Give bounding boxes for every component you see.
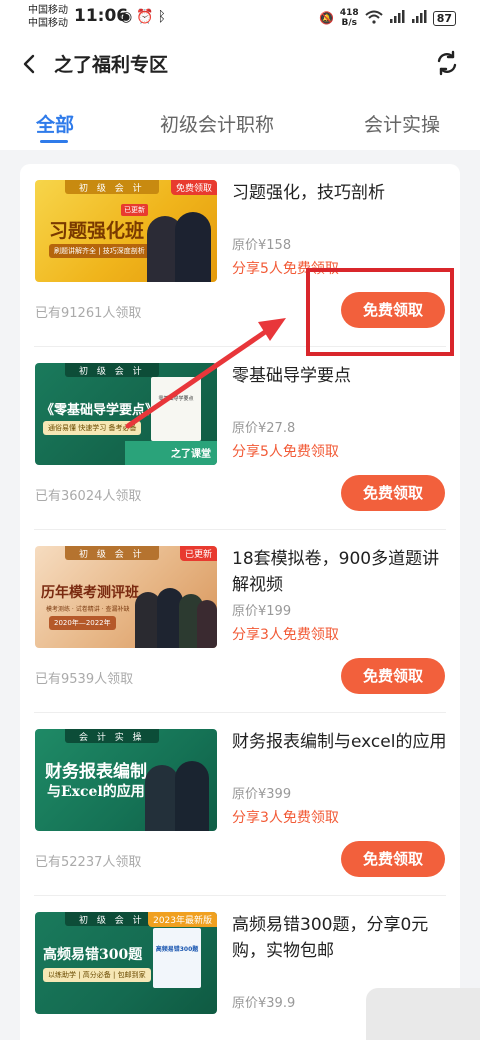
thumb-years: 2020年—2022年	[49, 616, 116, 630]
highlight-box	[306, 268, 454, 356]
claim-button[interactable]: 免费领取	[341, 475, 445, 511]
course-thumbnail[interactable]: 初 级 会 计 免费领取 已更新 习题强化班 刷题讲解齐全 | 技巧深度剖析	[35, 180, 217, 282]
book-cover: 高频易错300题	[153, 928, 201, 988]
tab-all[interactable]: 全部	[36, 110, 74, 137]
course-card[interactable]: 会 计 实 操 财务报表编制 与Excel的应用 财务报表编制与excel的应用…	[20, 713, 460, 896]
thumb-corner-badge: 已更新	[179, 546, 217, 561]
net-speed-value: 418	[339, 8, 359, 18]
original-price: 原价¥399	[232, 787, 292, 802]
teacher-image	[175, 761, 209, 831]
thumb-heading: 高频易错300题	[43, 947, 143, 963]
book-cover: 零基础导学要点	[151, 377, 201, 441]
alarm-icon: ⏰	[136, 9, 158, 25]
thumb-heading: 习题强化班	[49, 220, 145, 242]
course-title[interactable]: 18套模拟卷，900多道题讲解视频	[232, 546, 448, 598]
course-thumbnail[interactable]: 初 级 会 计 《零基础导学要点》 通俗易懂 快速学习 备考必备 零基础导学要点…	[35, 363, 217, 465]
original-price: 原价¥27.8	[232, 421, 296, 436]
thumb-corner-badge: 免费领取	[170, 180, 217, 195]
corner-overlay	[366, 988, 480, 1040]
carrier-2: 中国移动	[28, 18, 68, 29]
category-tabs: 全部 初级会计职称 会计实操	[0, 92, 480, 150]
status-bar: 中国移动 中国移动 11:06 ◉⏰ᛒ 🔕 418 B/s 87	[0, 0, 480, 36]
status-right: 🔕 418 B/s 87	[319, 8, 456, 28]
signal-icon-1	[389, 10, 405, 26]
carrier-1: 中国移动	[28, 5, 68, 16]
thumb-tag: 初 级 会 计	[65, 180, 159, 194]
book-base: 之了课堂	[125, 441, 217, 465]
thumb-corner-badge: 2023年最新版	[148, 912, 217, 927]
teacher-image	[145, 765, 179, 831]
thumb-subtitle: 通俗易懂 快速学习 备考必备	[43, 421, 142, 435]
share-text: 分享3人免费领取	[232, 627, 339, 643]
claimed-count: 已有91261人领取	[35, 306, 142, 321]
course-title[interactable]: 习题强化，技巧剖析	[232, 180, 448, 206]
net-speed-unit: B/s	[341, 18, 358, 28]
book-cover-title: 高频易错300题	[155, 946, 199, 953]
claimed-count: 已有36024人领取	[35, 489, 142, 504]
course-thumbnail[interactable]: 初 级 会 计 已更新 历年模考测评班 模考测练 · 试卷精讲 · 查漏补缺 2…	[35, 546, 217, 648]
signal-icon-2	[411, 10, 427, 26]
active-tab-indicator	[40, 140, 68, 143]
share-text: 分享5人免费领取	[232, 444, 339, 460]
course-card[interactable]: 初 级 会 计 《零基础导学要点》 通俗易懂 快速学习 备考必备 零基础导学要点…	[20, 347, 460, 530]
thumb-subtitle: 刷题讲解齐全 | 技巧深度剖析	[49, 244, 150, 258]
thumb-badge: 已更新	[121, 204, 148, 216]
mute-icon: 🔕	[318, 11, 334, 25]
thumb-heading-2: 与Excel的应用	[47, 784, 145, 800]
teacher-image	[197, 600, 217, 648]
status-icons: ◉⏰ᛒ	[120, 9, 170, 25]
course-thumbnail[interactable]: 会 计 实 操 财务报表编制 与Excel的应用	[35, 729, 217, 831]
thumb-subtitle: 模考测练 · 试卷精讲 · 查漏补缺	[46, 606, 130, 613]
brand-logo: 之了课堂	[171, 449, 211, 460]
thumb-heading: 财务报表编制	[45, 762, 147, 782]
share-text: 分享3人免费领取	[232, 810, 339, 826]
bluetooth-icon: ᛒ	[157, 9, 171, 25]
thumb-tag: 会 计 实 操	[65, 729, 159, 743]
thumb-tag: 初 级 会 计	[65, 912, 159, 926]
header: 之了福利专区	[0, 36, 480, 92]
original-price: 原价¥199	[232, 604, 292, 619]
course-title[interactable]: 高频易错300题，分享0元购，实物包邮	[232, 912, 448, 964]
course-title[interactable]: 财务报表编制与excel的应用	[232, 729, 448, 755]
thumb-tag: 初 级 会 计	[65, 363, 159, 377]
original-price: 原价¥158	[232, 238, 292, 253]
claim-button[interactable]: 免费领取	[341, 658, 445, 694]
claimed-count: 已有52237人领取	[35, 855, 142, 870]
thumb-subtitle: 以练助学 | 高分必备 | 包邮到家	[43, 968, 151, 982]
claim-button[interactable]: 免费领取	[341, 841, 445, 877]
course-thumbnail[interactable]: 初 级 会 计 2023年最新版 高频易错300题 以练助学 | 高分必备 | …	[35, 912, 217, 1014]
thumb-heading: 《零基础导学要点》	[41, 403, 159, 418]
wifi-icon	[365, 10, 383, 27]
eye-icon: ◉	[120, 9, 137, 25]
tab-accounting-practice[interactable]: 会计实操	[364, 110, 440, 137]
battery-icon: 87	[432, 10, 456, 26]
original-price: 原价¥39.9	[232, 996, 296, 1011]
refresh-icon[interactable]	[432, 48, 462, 78]
thumb-heading: 历年模考测评班	[41, 585, 139, 601]
claimed-count: 已有9539人领取	[35, 672, 134, 687]
page-title: 之了福利专区	[54, 54, 169, 76]
carrier-labels: 中国移动 中国移动	[28, 4, 68, 30]
teacher-image	[175, 212, 211, 282]
thumb-tag: 初 级 会 计	[65, 546, 159, 560]
net-speed: 418 B/s	[340, 8, 359, 28]
course-card[interactable]: 初 级 会 计 已更新 历年模考测评班 模考测练 · 试卷精讲 · 查漏补缺 2…	[20, 530, 460, 713]
tab-junior-accounting[interactable]: 初级会计职称	[160, 110, 274, 137]
course-title[interactable]: 零基础导学要点	[232, 363, 448, 389]
book-cover-title: 零基础导学要点	[158, 396, 194, 402]
chevron-left-icon[interactable]	[14, 48, 46, 80]
